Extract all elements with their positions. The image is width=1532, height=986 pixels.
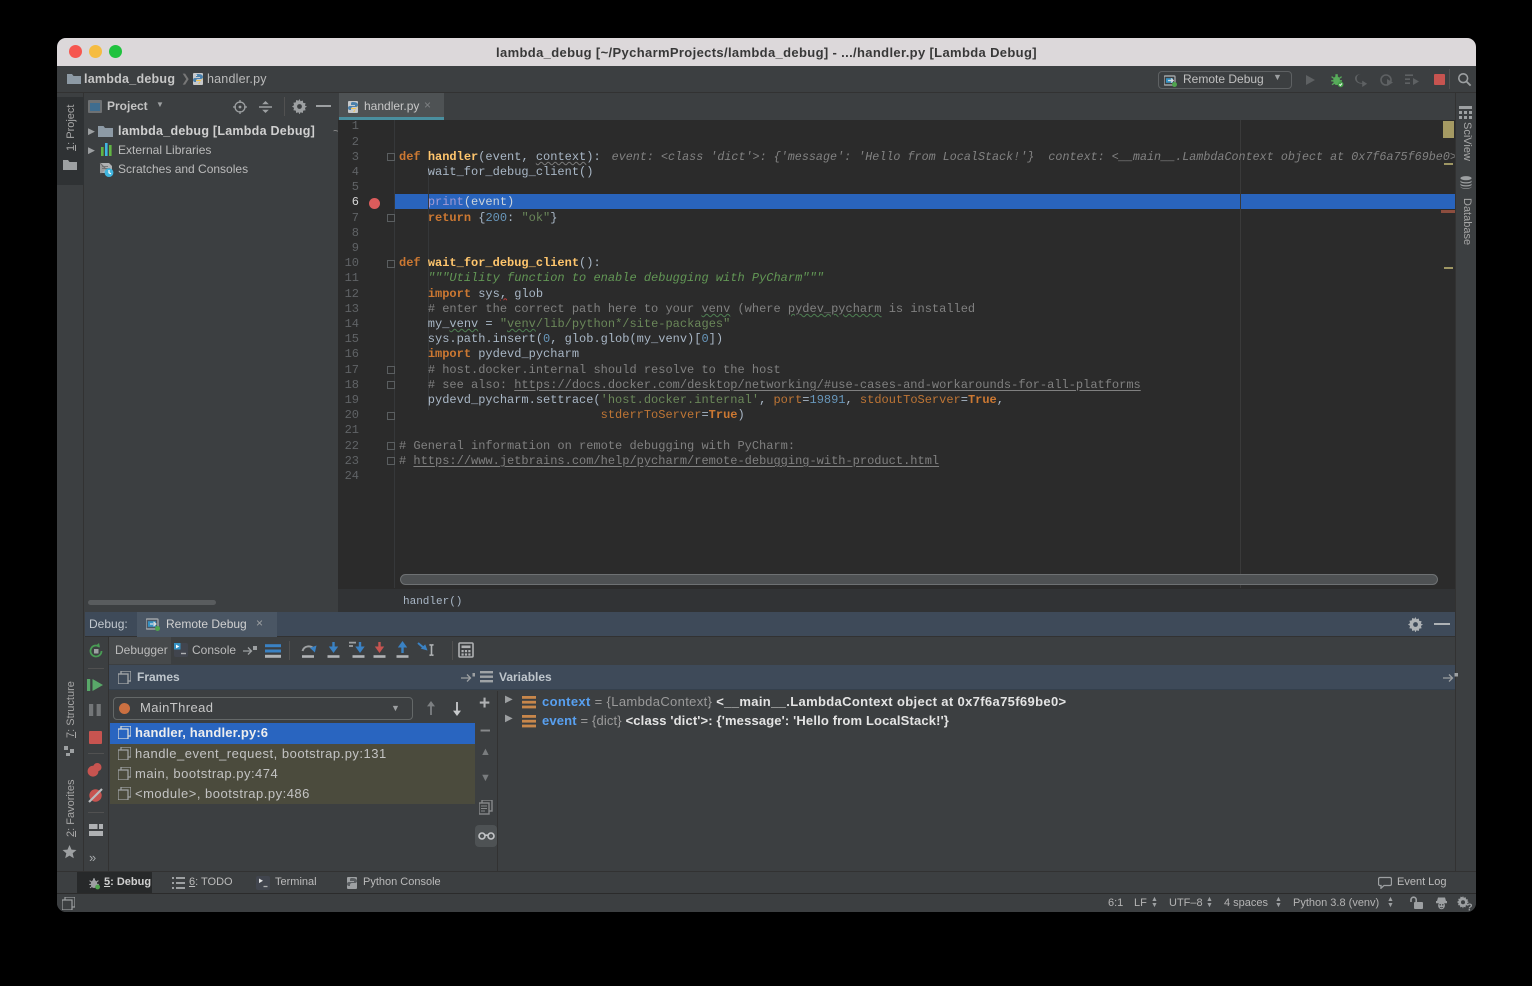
svg-text:?: ? [1467,903,1473,912]
